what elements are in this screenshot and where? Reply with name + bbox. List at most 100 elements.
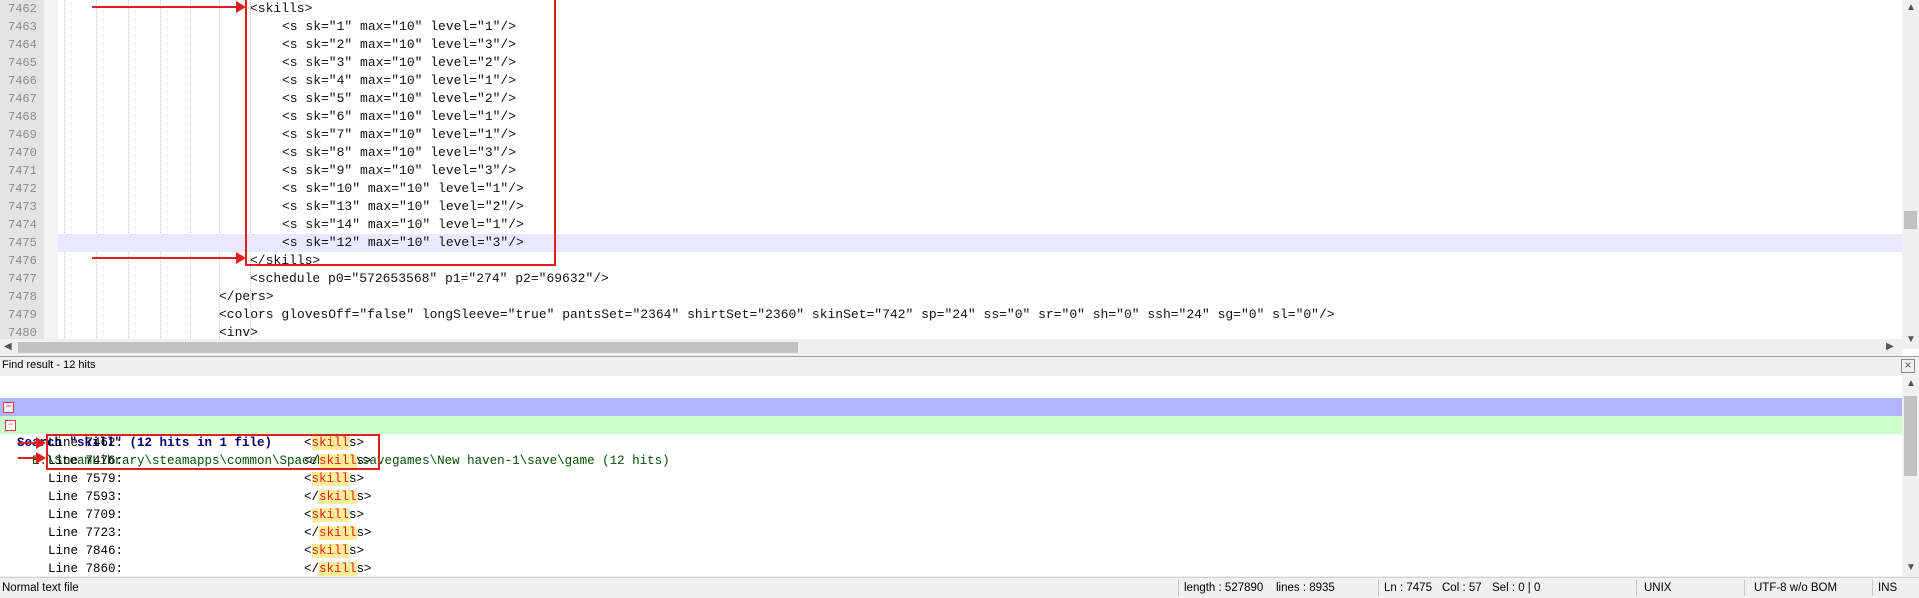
hit-suffix: s> <box>356 562 372 576</box>
line-number: 7474 <box>8 218 37 232</box>
results-vertical-scrollbar[interactable]: ▲ ▼ <box>1902 376 1919 576</box>
hit-prefix: </ <box>304 490 320 504</box>
divider <box>1744 580 1745 596</box>
line-number: 7464 <box>8 38 37 52</box>
hit-prefix: < <box>304 544 312 558</box>
editor-horizontal-scrollbar[interactable]: ◀ ▶ <box>0 339 1902 356</box>
close-icon[interactable]: × <box>1901 359 1915 373</box>
hit-line-number: Line 7860: <box>48 562 124 576</box>
hit-row[interactable]: Line 7860: </skills> <box>0 560 1900 576</box>
line-number: 7468 <box>8 110 37 124</box>
line-number: 7463 <box>8 20 37 34</box>
line-number: 7471 <box>8 164 37 178</box>
line-number: 7469 <box>8 128 37 142</box>
line-number: 7466 <box>8 74 37 88</box>
hit-match: skill <box>311 544 350 558</box>
hit-line-number: Line 7593: <box>48 490 124 504</box>
line-number: 7473 <box>8 200 37 214</box>
hit-match: skill <box>319 526 357 540</box>
annotation-arrow-line <box>18 457 38 459</box>
hit-text: <skills> <box>304 542 364 560</box>
annotation-arrow-head <box>36 452 46 464</box>
hit-text: <skills> <box>304 506 364 524</box>
hit-line-number: Line 7709: <box>48 508 124 522</box>
divider <box>1378 580 1379 596</box>
code-line[interactable]: <colors glovesOff="false" longSleeve="tr… <box>58 306 1907 324</box>
line-number: 7465 <box>8 56 37 70</box>
scroll-thumb[interactable] <box>1904 396 1917 476</box>
hit-match: skill <box>319 562 357 576</box>
find-result-panel-header: Find result - 12 hits × <box>0 356 1919 377</box>
annotation-arrow-line <box>18 442 38 444</box>
divider <box>1872 580 1873 596</box>
file-header[interactable]: − E:\SteamLibrary\steamapps\common\Space… <box>0 416 1902 468</box>
encoding[interactable]: UTF-8 w/o BOM <box>1754 578 1837 598</box>
line-count: lines : 8935 <box>1276 582 1335 594</box>
annotation-arrow-head <box>236 1 246 13</box>
annotation-box <box>245 0 556 266</box>
scroll-up-arrow-icon[interactable]: ▲ <box>1906 2 1916 13</box>
hit-match: skill <box>319 490 357 504</box>
code-text: <colors glovesOff="false" longSleeve="tr… <box>219 307 1335 322</box>
panel-title: Find result - 12 hits <box>2 359 96 371</box>
cursor-line: Ln : 7475 <box>1384 582 1432 594</box>
collapse-icon[interactable]: − <box>3 402 14 413</box>
line-number: 7475 <box>8 236 37 250</box>
hit-match: skill <box>311 472 350 486</box>
insert-mode[interactable]: INS <box>1878 578 1897 598</box>
line-number: 7479 <box>8 308 37 322</box>
hit-suffix: s> <box>349 508 365 522</box>
hit-suffix: s> <box>349 472 365 486</box>
scroll-down-arrow-icon[interactable]: ▼ <box>1906 562 1916 573</box>
hit-row[interactable]: Line 7593: </skills> <box>0 488 1900 506</box>
hit-line-number: Line 7579: <box>48 472 124 486</box>
line-number: 7470 <box>8 146 37 160</box>
hit-prefix: </ <box>304 562 320 576</box>
code-text: <schedule p0="572653568" p1="274" p2="69… <box>250 271 609 286</box>
hit-line-number: Line 7723: <box>48 526 124 540</box>
hit-text: <skills> <box>304 470 364 488</box>
editor-vertical-scrollbar[interactable]: ▲ ▼ <box>1902 0 1919 349</box>
line-number: 7476 <box>8 254 37 268</box>
search-header[interactable]: − Search "skill" (12 hits in 1 file) <box>0 398 1902 450</box>
divider <box>1636 580 1637 596</box>
hit-text: </skills> <box>304 524 372 542</box>
scroll-thumb[interactable] <box>18 342 798 353</box>
code-line[interactable]: </pers> <box>58 288 1907 306</box>
hit-text: </skills> <box>304 560 372 576</box>
divider <box>1178 580 1179 596</box>
eol-format[interactable]: UNIX <box>1644 578 1671 598</box>
hit-suffix: s> <box>356 526 372 540</box>
find-results[interactable]: − Search "skill" (12 hits in 1 file) − E… <box>0 376 1919 576</box>
status-bar: Normal text file length : 527890 lines :… <box>0 577 1919 598</box>
code-line[interactable]: <schedule p0="572653568" p1="274" p2="69… <box>58 270 1907 288</box>
annotation-arrow-line <box>92 6 242 8</box>
line-number: 7467 <box>8 92 37 106</box>
file-length: length : 527890 <box>1184 582 1264 594</box>
collapse-icon[interactable]: − <box>5 420 16 431</box>
code-editor[interactable]: 7462 <skills> 7463 <s sk="1" max="10" level… <box>0 0 1919 356</box>
hit-row[interactable]: Line 7579: <skills> <box>0 470 1900 488</box>
line-number: 7472 <box>8 182 37 196</box>
hit-suffix: s> <box>349 544 365 558</box>
scroll-right-arrow-icon[interactable]: ▶ <box>1886 341 1894 352</box>
annotation-arrow-head <box>36 437 46 449</box>
scroll-left-arrow-icon[interactable]: ◀ <box>4 341 12 352</box>
hit-text: </skills> <box>304 488 372 506</box>
hit-row[interactable]: Line 7723: </skills> <box>0 524 1900 542</box>
scroll-thumb[interactable] <box>1904 211 1917 229</box>
hit-prefix: </ <box>304 526 320 540</box>
scroll-up-arrow-icon[interactable]: ▲ <box>1906 378 1916 389</box>
annotation-arrow-head <box>236 252 246 264</box>
hit-row[interactable]: Line 7846: <skills> <box>0 542 1900 560</box>
line-number: 7462 <box>8 2 37 16</box>
code-text: </pers> <box>219 289 274 304</box>
line-number: 7478 <box>8 290 37 304</box>
annotation-arrow-line <box>92 257 242 259</box>
annotation-box <box>46 434 380 470</box>
hit-prefix: < <box>304 508 312 522</box>
hit-row[interactable]: Line 7709: <skills> <box>0 506 1900 524</box>
file-type: Normal text file <box>2 582 79 594</box>
scroll-down-arrow-icon[interactable]: ▼ <box>1906 334 1916 345</box>
cursor-col: Col : 57 <box>1442 582 1482 594</box>
